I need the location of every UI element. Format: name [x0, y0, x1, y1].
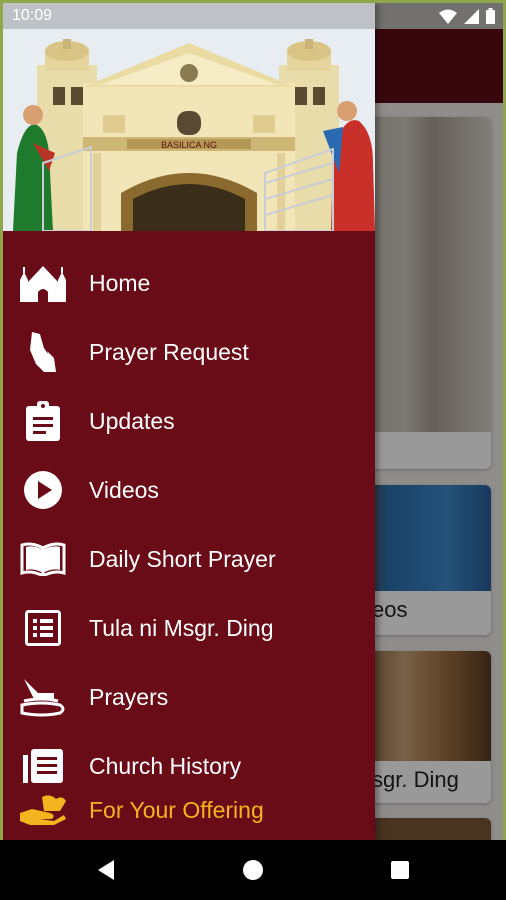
menu-item-label: Church History	[89, 752, 242, 779]
screen: eos sgr. Ding 10:09 BASILICA NG Home Pra…	[3, 3, 503, 840]
menu-item-label: Videos	[89, 476, 159, 503]
back-button[interactable]	[94, 858, 118, 882]
menu-item-label: Prayer Request	[89, 338, 249, 365]
home-circle-icon	[243, 860, 263, 880]
menu-item-prayers[interactable]: Prayers	[3, 667, 375, 727]
menu-item-label: Prayers	[89, 683, 169, 710]
play-circle-icon	[19, 468, 67, 512]
status-bar: 10:09	[3, 3, 503, 29]
menu-item-videos[interactable]: Videos	[3, 460, 375, 520]
list-icon	[19, 606, 67, 650]
clipboard-icon	[19, 399, 67, 443]
menu-item-tula-ni-msgr-ding[interactable]: Tula ni Msgr. Ding	[3, 598, 375, 658]
menu-item-for-your-offering[interactable]: For Your Offering	[3, 780, 375, 840]
open-book-icon	[19, 537, 67, 581]
recents-square-icon	[391, 861, 409, 879]
church-icon	[19, 261, 67, 305]
menu-item-label: For Your Offering	[89, 796, 264, 823]
menu-item-updates[interactable]: Updates	[3, 391, 375, 451]
signal-icon	[464, 8, 479, 29]
prayers-icon	[19, 675, 67, 719]
menu-item-label: Tula ni Msgr. Ding	[89, 614, 274, 641]
drawer-header-image: BASILICA NG	[3, 3, 375, 231]
status-icons	[439, 8, 495, 29]
navigation-drawer: BASILICA NG Home Prayer Request Updates …	[3, 3, 375, 840]
menu-item-home[interactable]: Home	[3, 253, 375, 313]
basilica-sign: BASILICA NG	[161, 140, 217, 150]
menu-item-label: Daily Short Prayer	[89, 545, 276, 572]
recents-button[interactable]	[388, 858, 412, 882]
praying-hands-icon	[19, 330, 67, 374]
home-button[interactable]	[241, 858, 265, 882]
status-time: 10:09	[12, 7, 53, 24]
system-navigation-bar	[0, 840, 506, 900]
battery-icon	[486, 8, 495, 29]
menu-item-prayer-request[interactable]: Prayer Request	[3, 322, 375, 382]
wifi-icon	[439, 9, 457, 29]
back-triangle-icon	[98, 860, 114, 880]
menu-item-label: Home	[89, 269, 151, 296]
offering-hand-icon	[19, 788, 67, 832]
menu-item-label: Updates	[89, 407, 175, 434]
menu-item-daily-short-prayer[interactable]: Daily Short Prayer	[3, 529, 375, 589]
